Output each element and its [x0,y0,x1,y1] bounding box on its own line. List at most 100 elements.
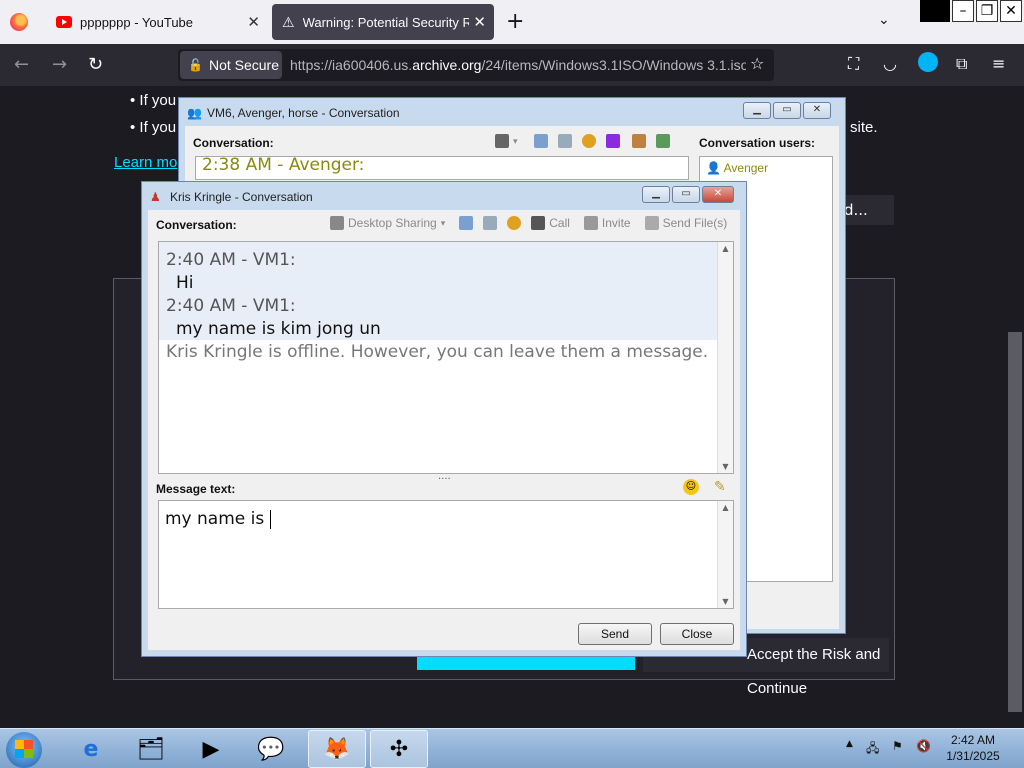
user-item[interactable]: 👤 Avenger [706,161,768,175]
tray-expand-icon[interactable]: ▲ [846,739,853,749]
message-draft[interactable]: my name is [165,509,271,529]
close-icon[interactable]: ✕ [1000,0,1022,22]
reload-icon[interactable]: ↻ [88,54,103,75]
menu-icon[interactable]: ≡ [992,54,1005,73]
extensions-icon[interactable]: ⧉ [956,54,967,74]
scroll-up-icon[interactable]: ▲ [718,244,733,253]
tab-title: ppppppp - YouTube [80,14,194,30]
edit-note-icon[interactable]: ✎ [714,479,726,495]
message-text: my name is kim jong un [176,319,381,339]
invite-icon[interactable] [631,134,646,148]
text-cursor [269,509,271,529]
start-button[interactable] [6,732,42,768]
desktop-sharing-button[interactable]: Desktop Sharing [348,216,437,230]
notes-icon[interactable] [557,134,572,148]
network-app-icon[interactable]: ✣ [370,730,428,768]
tab-youtube[interactable]: ppppppp - YouTube ✕ [44,4,268,40]
emoticon-icon[interactable] [581,134,596,148]
youtube-icon [56,16,72,28]
url-path: /24/items/Windows3.1ISO/Windows 3.1.iso [481,57,746,73]
smiley-icon[interactable]: ☺ [683,479,699,495]
message-timestamp: 2:40 AM - VM1: [166,296,296,316]
media-player-icon[interactable]: ▶ [182,730,240,768]
conversation-history[interactable]: 2:38 AM - Avenger: [195,156,689,180]
message-timestamp: 2:40 AM - VM1: [166,250,296,270]
firefox-taskbar-icon[interactable]: 🦊 [308,730,366,768]
url-prefix: https://ia600406.us. [290,57,413,73]
caption-buttons: ▁ ▭ ✕ [640,186,734,203]
bookmark-star-icon[interactable]: ☆ [750,54,764,73]
chevron-down-icon[interactable]: ⌄ [878,12,890,28]
system-clock[interactable]: 2:42 AM 1/31/2025 [940,732,1006,764]
conversation-history[interactable]: 2:40 AM - VM1: Hi 2:40 AM - VM1: my name… [158,241,734,474]
notes-icon[interactable] [483,216,498,230]
emoticon-icon[interactable] [507,216,522,230]
close-tab-icon[interactable]: ✕ [473,13,486,31]
input-scrollbar[interactable]: ▲ ▼ [717,501,733,608]
document-icon[interactable] [459,216,474,230]
desktop-sharing-icon [330,216,344,230]
bullet-text-end: site. [850,119,878,136]
offline-status: Kris Kringle is offline. However, you ca… [166,342,709,362]
message-input[interactable]: my name is ▲ ▼ [158,500,734,609]
network-icon[interactable]: 🖧 [866,739,879,760]
file-explorer-icon[interactable]: 🗂 [122,730,180,768]
firefox-icon[interactable] [10,13,28,31]
desktop-sharing-icon[interactable] [495,134,509,148]
minimize-icon[interactable]: – [952,0,974,22]
maximize-icon[interactable]: ▭ [672,186,700,203]
caption-buttons: ▁ ▭ ✕ [741,102,831,119]
splitter-handle[interactable]: ···· [438,474,451,485]
new-tab-icon[interactable]: + [506,9,524,34]
screenshot-icon[interactable]: ⛶ [848,54,859,74]
minimize-icon[interactable]: ▁ [743,102,771,119]
close-button[interactable]: Close [660,623,734,645]
window-title: Kris Kringle - Conversation [170,190,313,204]
back-arrow-icon[interactable]: ← [14,54,29,75]
users-label: Conversation users: [699,136,816,150]
advanced-button[interactable]: d... [840,195,894,225]
page-scrollbar[interactable] [1006,86,1024,728]
send-file-icon[interactable] [655,134,670,148]
scrollbar-thumb[interactable] [1008,332,1022,712]
action-center-flag-icon[interactable]: ⚑ [892,739,903,753]
close-icon[interactable]: ✕ [803,102,831,119]
chevron-down-icon[interactable]: ▾ [441,218,446,229]
security-label: Not Secure [208,57,279,73]
chat-scrollbar[interactable]: ▲ ▼ [717,242,733,473]
message-text-label: Message text: [156,482,236,496]
draft-text: my name is [165,509,270,529]
scroll-down-icon[interactable]: ▼ [718,462,733,471]
chat-app-icon[interactable]: 💬 [242,730,300,768]
send-button[interactable]: Send [578,623,652,645]
close-tab-icon[interactable]: ✕ [247,13,260,31]
url-text[interactable]: https://ia600406.us.archive.org/24/items… [290,57,746,73]
learn-more-link[interactable]: Learn mo [114,154,177,171]
tab-security-warning[interactable]: ⚠ Warning: Potential Security Risk ✕ [272,4,494,40]
forward-arrow-icon[interactable]: → [52,54,67,75]
call-button[interactable]: Call [549,216,570,230]
minimize-icon[interactable]: ▁ [642,186,670,203]
restore-icon[interactable]: ❐ [976,0,998,22]
user-name: Avenger [723,161,769,175]
taskbar: e 🗂 ▶ 💬 🦊 ✣ ▲ 🖧 ⚑ 🔇 [0,728,1024,768]
document-icon[interactable] [533,134,548,148]
video-call-icon[interactable] [605,134,620,148]
send-files-button[interactable]: Send File(s) [663,216,728,230]
volume-muted-icon[interactable]: 🔇 [916,739,931,753]
bullet-text: If you [139,119,177,136]
close-icon[interactable]: ✕ [702,186,734,203]
users-icon: 👥 [187,106,202,120]
invite-button[interactable]: Invite [602,216,631,230]
internet-explorer-icon[interactable]: e [62,730,120,768]
user-icon: ♟ [150,190,161,204]
windows-logo-icon [15,740,33,758]
not-secure-indicator[interactable]: 🔓 Not Secure [180,51,282,79]
pocket-icon[interactable]: ◡ [883,54,897,73]
scroll-down-icon[interactable]: ▼ [718,597,733,606]
scroll-up-icon[interactable]: ▲ [718,503,733,512]
window-title: VM6, Avenger, horse - Conversation [207,106,400,120]
account-icon[interactable] [918,52,938,72]
message-text: Hi [176,273,194,293]
maximize-icon[interactable]: ▭ [773,102,801,119]
